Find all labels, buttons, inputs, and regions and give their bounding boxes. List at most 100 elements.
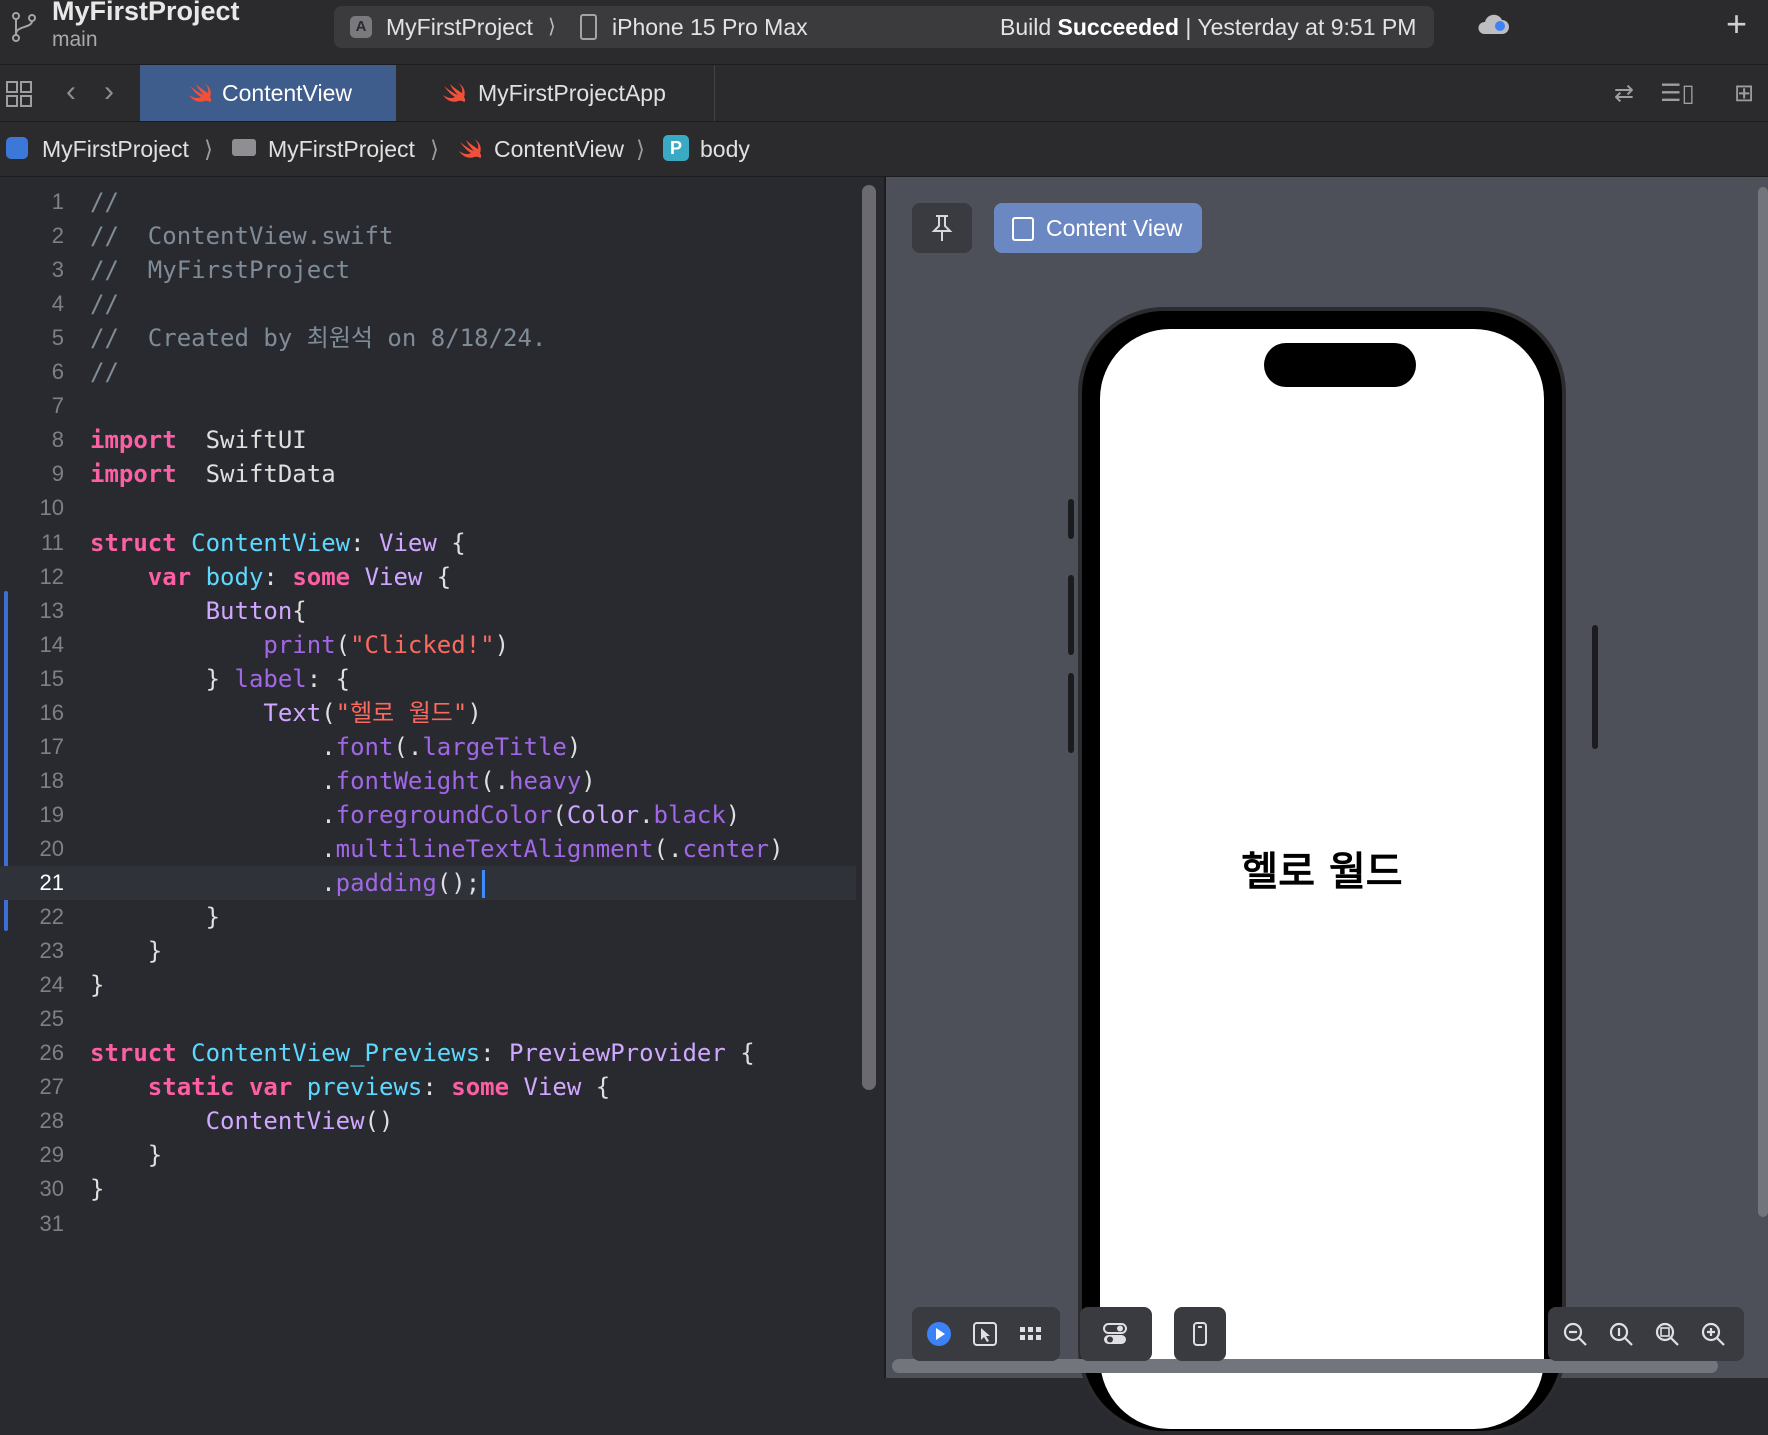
- canvas-horizontal-scrollbar[interactable]: [892, 1359, 1718, 1373]
- code-line[interactable]: 2 // ContentView.swift: [0, 219, 856, 253]
- code-line[interactable]: 8 import SwiftUI: [0, 423, 856, 457]
- hello-world-button[interactable]: 헬로 월드: [1100, 839, 1544, 897]
- code-line[interactable]: 7: [0, 389, 856, 423]
- code-line[interactable]: 12 var body: some View {: [0, 560, 856, 594]
- preview-stack-icon: [1012, 217, 1034, 241]
- code-line[interactable]: 29 }: [0, 1138, 856, 1172]
- device-icon[interactable]: [1187, 1321, 1213, 1347]
- code-line[interactable]: 19 .foregroundColor(Color.black): [0, 798, 856, 832]
- build-prefix: Build: [1000, 14, 1058, 40]
- line-number: 29: [39, 1142, 64, 1167]
- line-number: 25: [39, 1006, 64, 1031]
- toggle-settings-icon[interactable]: [1102, 1321, 1128, 1347]
- zoom-actual-icon[interactable]: [1608, 1321, 1634, 1347]
- volume-down-button: [1068, 673, 1074, 753]
- code-token: {: [422, 563, 452, 591]
- line-number: 23: [39, 938, 64, 963]
- tab-contentview[interactable]: ContentView: [140, 65, 396, 121]
- line-number: 8: [51, 427, 64, 452]
- zoom-fit-icon[interactable]: [1654, 1321, 1680, 1347]
- add-button[interactable]: +: [1726, 6, 1747, 42]
- code-text: // Created by 최원석 on 8/18/24.: [90, 321, 546, 355]
- code-line[interactable]: 18 .fontWeight(.heavy): [0, 764, 856, 798]
- code-line[interactable]: 25: [0, 1002, 856, 1036]
- build-time: | Yesterday at 9:51 PM: [1179, 14, 1417, 40]
- line-number: 12: [39, 564, 64, 589]
- canvas-vertical-scrollbar[interactable]: [1758, 187, 1768, 1217]
- preview-canvas: Content View 헬로 월드: [886, 177, 1768, 1435]
- code-line[interactable]: 14 print("Clicked!"): [0, 628, 856, 662]
- code-token: var: [248, 1073, 293, 1101]
- related-items-grid-icon[interactable]: [6, 81, 32, 107]
- activity-area: A MyFirstProject ⟩ iPhone 15 Pro Max Bui…: [334, 6, 1434, 48]
- branch-icon[interactable]: [6, 8, 42, 44]
- code-token: //: [90, 358, 119, 386]
- code-line[interactable]: 27 static var previews: some View {: [0, 1070, 856, 1104]
- code-line[interactable]: 5 // Created by 최원석 on 8/18/24.: [0, 321, 856, 355]
- preview-mode-controls: [912, 1307, 1060, 1361]
- cloud-sync-icon[interactable]: [1476, 14, 1510, 36]
- breadcrumb-project[interactable]: MyFirstProject: [42, 136, 189, 163]
- code-line[interactable]: 16 Text("헬로 월드"): [0, 696, 856, 730]
- code-line[interactable]: 17 .font(.largeTitle): [0, 730, 856, 764]
- code-token: .: [90, 869, 336, 897]
- code-line[interactable]: 9 import SwiftData: [0, 457, 856, 491]
- branch-name[interactable]: main: [52, 28, 98, 52]
- code-token: label: [234, 665, 307, 693]
- code-line[interactable]: 30}: [0, 1172, 856, 1206]
- zoom-out-icon[interactable]: [1562, 1321, 1588, 1347]
- code-line[interactable]: 23 }: [0, 934, 856, 968]
- code-line[interactable]: 15 } label: {: [0, 662, 856, 696]
- code-line[interactable]: 11 struct ContentView: View {: [0, 526, 856, 560]
- project-name[interactable]: MyFirstProject: [52, 0, 240, 27]
- pin-button[interactable]: [912, 203, 972, 253]
- code-text: .padding();: [90, 866, 486, 900]
- breadcrumb-file[interactable]: ContentView: [494, 136, 624, 163]
- swap-editor-icon[interactable]: ⇄: [1614, 79, 1644, 107]
- tab-myfirstprojectapp[interactable]: MyFirstProjectApp: [396, 65, 715, 121]
- device-screen[interactable]: 헬로 월드: [1100, 329, 1544, 1429]
- code-token: View: [523, 1073, 582, 1101]
- line-number: 5: [51, 325, 64, 350]
- code-line[interactable]: 20 .multilineTextAlignment(.center): [0, 832, 856, 866]
- code-line[interactable]: 26 struct ContentView_Previews: PreviewPr…: [0, 1036, 856, 1070]
- back-chevron-icon[interactable]: ‹: [66, 75, 76, 109]
- play-icon[interactable]: [926, 1321, 952, 1347]
- code-token: :: [350, 529, 380, 557]
- code-line[interactable]: 22 }: [0, 900, 856, 934]
- preview-selector-button[interactable]: Content View: [994, 203, 1202, 253]
- adjust-editor-options-icon[interactable]: ☰▯: [1660, 79, 1700, 107]
- cursor-icon[interactable]: [972, 1321, 998, 1347]
- code-line[interactable]: 3 // MyFirstProject: [0, 253, 856, 287]
- code-token: View: [379, 529, 437, 557]
- add-editor-split-icon[interactable]: ⊞: [1734, 79, 1764, 107]
- code-token: var: [147, 563, 192, 591]
- code-line[interactable]: 13 Button{: [0, 594, 856, 628]
- code-line[interactable]: 10: [0, 491, 856, 525]
- breadcrumb-group[interactable]: MyFirstProject: [268, 136, 415, 163]
- forward-chevron-icon[interactable]: ›: [104, 75, 114, 109]
- editor-scrollbar[interactable]: [862, 185, 876, 1090]
- code-line[interactable]: 21 .padding();: [0, 866, 856, 900]
- grid-icon[interactable]: [1018, 1321, 1044, 1347]
- source-editor[interactable]: 1 // 2 // ContentView.swift 3 // MyFirstProje…: [0, 177, 856, 1378]
- code-token: heavy: [509, 767, 582, 795]
- code-line[interactable]: 6 //: [0, 355, 856, 389]
- run-destination[interactable]: iPhone 15 Pro Max: [612, 14, 808, 41]
- build-status: Build Succeeded | Yesterday at 9:51 PM: [1000, 14, 1416, 41]
- code-token: {: [436, 529, 466, 557]
- breadcrumb-symbol[interactable]: body: [700, 136, 750, 163]
- code-token: fontWeight: [335, 767, 481, 795]
- code-line[interactable]: 4 //: [0, 287, 856, 321]
- tab-label: MyFirstProjectApp: [478, 80, 666, 106]
- code-line[interactable]: 28 ContentView(): [0, 1104, 856, 1138]
- code-line[interactable]: 24}: [0, 968, 856, 1002]
- code-line[interactable]: 1 //: [0, 185, 856, 219]
- zoom-in-icon[interactable]: [1700, 1321, 1726, 1347]
- scheme-selector[interactable]: MyFirstProject: [386, 14, 533, 41]
- code-line[interactable]: 31: [0, 1207, 856, 1241]
- preview-selector-label: Content View: [1046, 215, 1183, 241]
